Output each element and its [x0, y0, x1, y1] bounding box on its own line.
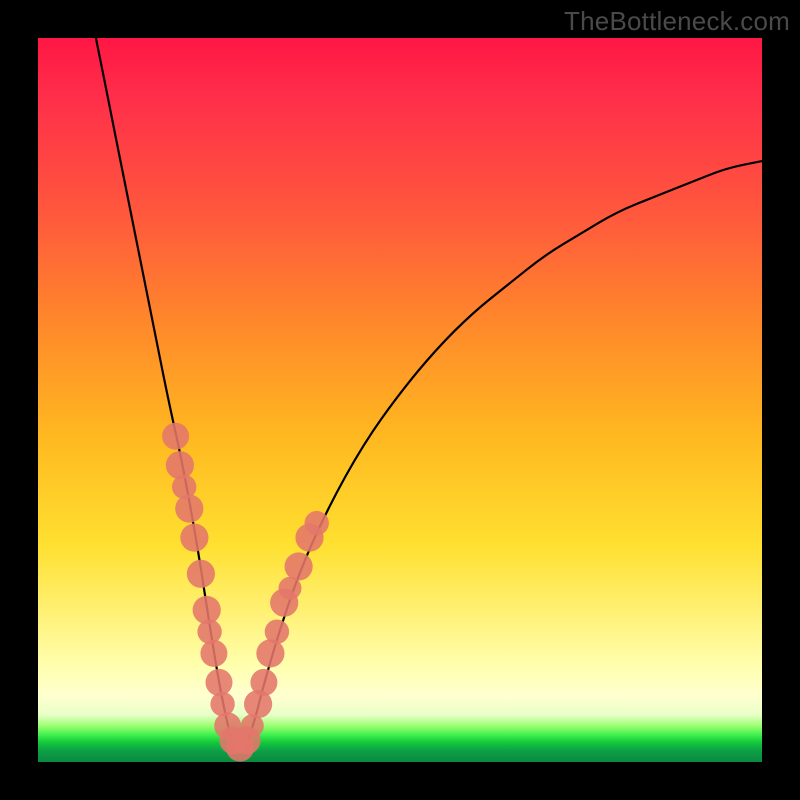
watermark-label: TheBottleneck.com: [564, 6, 790, 37]
bottleneck-curve: [96, 38, 762, 748]
marker-dot: [206, 669, 233, 696]
marker-dot: [180, 524, 208, 552]
marker-dot: [162, 423, 189, 450]
marker-dot: [210, 692, 234, 716]
marker-dot: [285, 552, 313, 580]
marker-dot: [175, 495, 203, 523]
marker-dot: [256, 639, 284, 667]
marker-dot: [187, 560, 215, 588]
marker-dot: [265, 620, 289, 644]
curve-layer: [38, 38, 762, 762]
marker-dot: [200, 640, 227, 667]
valley-markers: [162, 423, 329, 762]
marker-dot: [250, 669, 277, 696]
marker-dot: [197, 620, 221, 644]
plot-area: [38, 38, 762, 762]
outer-frame: TheBottleneck.com: [0, 0, 800, 800]
marker-dot: [166, 451, 194, 479]
marker-dot: [305, 511, 329, 535]
